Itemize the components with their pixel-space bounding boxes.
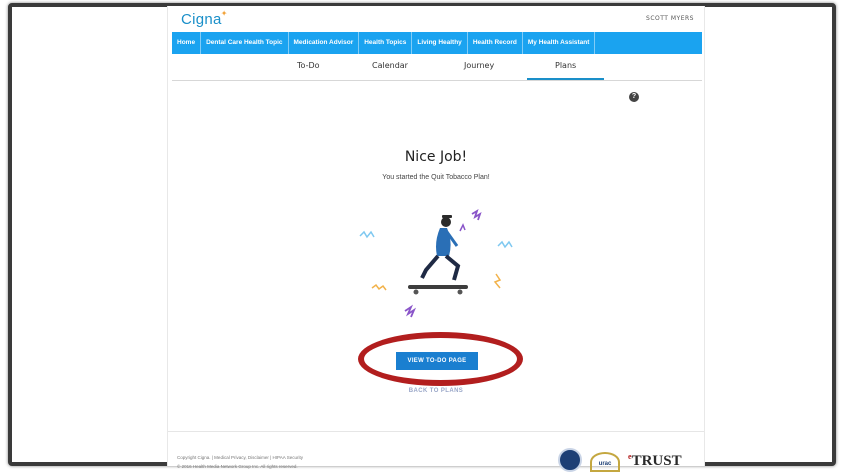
tab-journey[interactable]: Journey (464, 61, 494, 70)
squiggle-purple-top (471, 208, 482, 221)
logo-tree-icon: ✦ (220, 9, 228, 18)
highlight-annotation-circle (358, 332, 523, 386)
nav-item-living-healthy[interactable]: Living Healthy (412, 32, 468, 54)
skater-cap (442, 215, 452, 218)
truste-badge[interactable]: eTRUST (628, 452, 682, 472)
skater-head (441, 217, 451, 227)
cigna-logo[interactable]: Cigna✦ (181, 9, 229, 28)
footer-copyright: Copyright Cigna. | Medical Privacy, Disc… (177, 455, 303, 460)
squiggle-blue-right (497, 240, 513, 249)
success-message: You started the Quit Tobacco Plan! (382, 174, 490, 181)
back-to-plans-link[interactable]: BACK TO PLANS (168, 388, 704, 394)
squiggle-orange-left (371, 283, 387, 291)
skateboard-wheel-right (457, 289, 463, 295)
footer-copyright-2: © 2016 Health Media Network Group Inc. A… (177, 464, 298, 469)
nav-item-home[interactable]: Home (172, 32, 202, 54)
squiggle-orange-right (493, 273, 502, 289)
skateboard-deck (408, 285, 468, 289)
squiggle-blue-left (359, 230, 375, 239)
tab-calendar[interactable]: Calendar (372, 61, 408, 70)
tab-to-do[interactable]: To-Do (297, 61, 320, 70)
main-nav: Home Dental Care Health Topic Medication… (172, 32, 702, 54)
nav-item-health-record[interactable]: Health Record (468, 32, 523, 54)
tab-plans[interactable]: Plans (526, 61, 605, 80)
truste-text: TRUST (631, 453, 682, 469)
question-circle-icon[interactable]: ? (629, 92, 639, 102)
success-heading: Nice Job! (404, 149, 468, 165)
logo-text: Cigna (181, 11, 222, 28)
nav-item-dental[interactable]: Dental Care Health Topic (201, 32, 289, 54)
sub-tabs: To-Do Calendar Journey Plans (172, 56, 702, 81)
squiggle-purple-bottom (404, 304, 417, 318)
nav-item-health-topics[interactable]: Health Topics (359, 32, 413, 54)
nav-item-health-assistant[interactable]: My Health Assistant (523, 32, 596, 54)
seal-badge-icon[interactable] (558, 448, 582, 472)
urac-badge[interactable]: urac (590, 452, 620, 472)
page-container: Cigna✦ SCOTT MYERS Home Dental Care Heal… (167, 6, 705, 472)
skateboarder-illustration (359, 208, 513, 318)
squiggle-purple-small (459, 223, 466, 232)
skateboard-wheel-left (413, 289, 419, 295)
footer-badges: urac eTRUST (558, 448, 682, 472)
nav-item-medication[interactable]: Medication Advisor (289, 32, 360, 54)
skater-leg-back (420, 254, 440, 279)
footer-divider (168, 431, 704, 432)
user-name[interactable]: SCOTT MYERS (646, 15, 694, 22)
skater-leg-front (444, 254, 461, 281)
